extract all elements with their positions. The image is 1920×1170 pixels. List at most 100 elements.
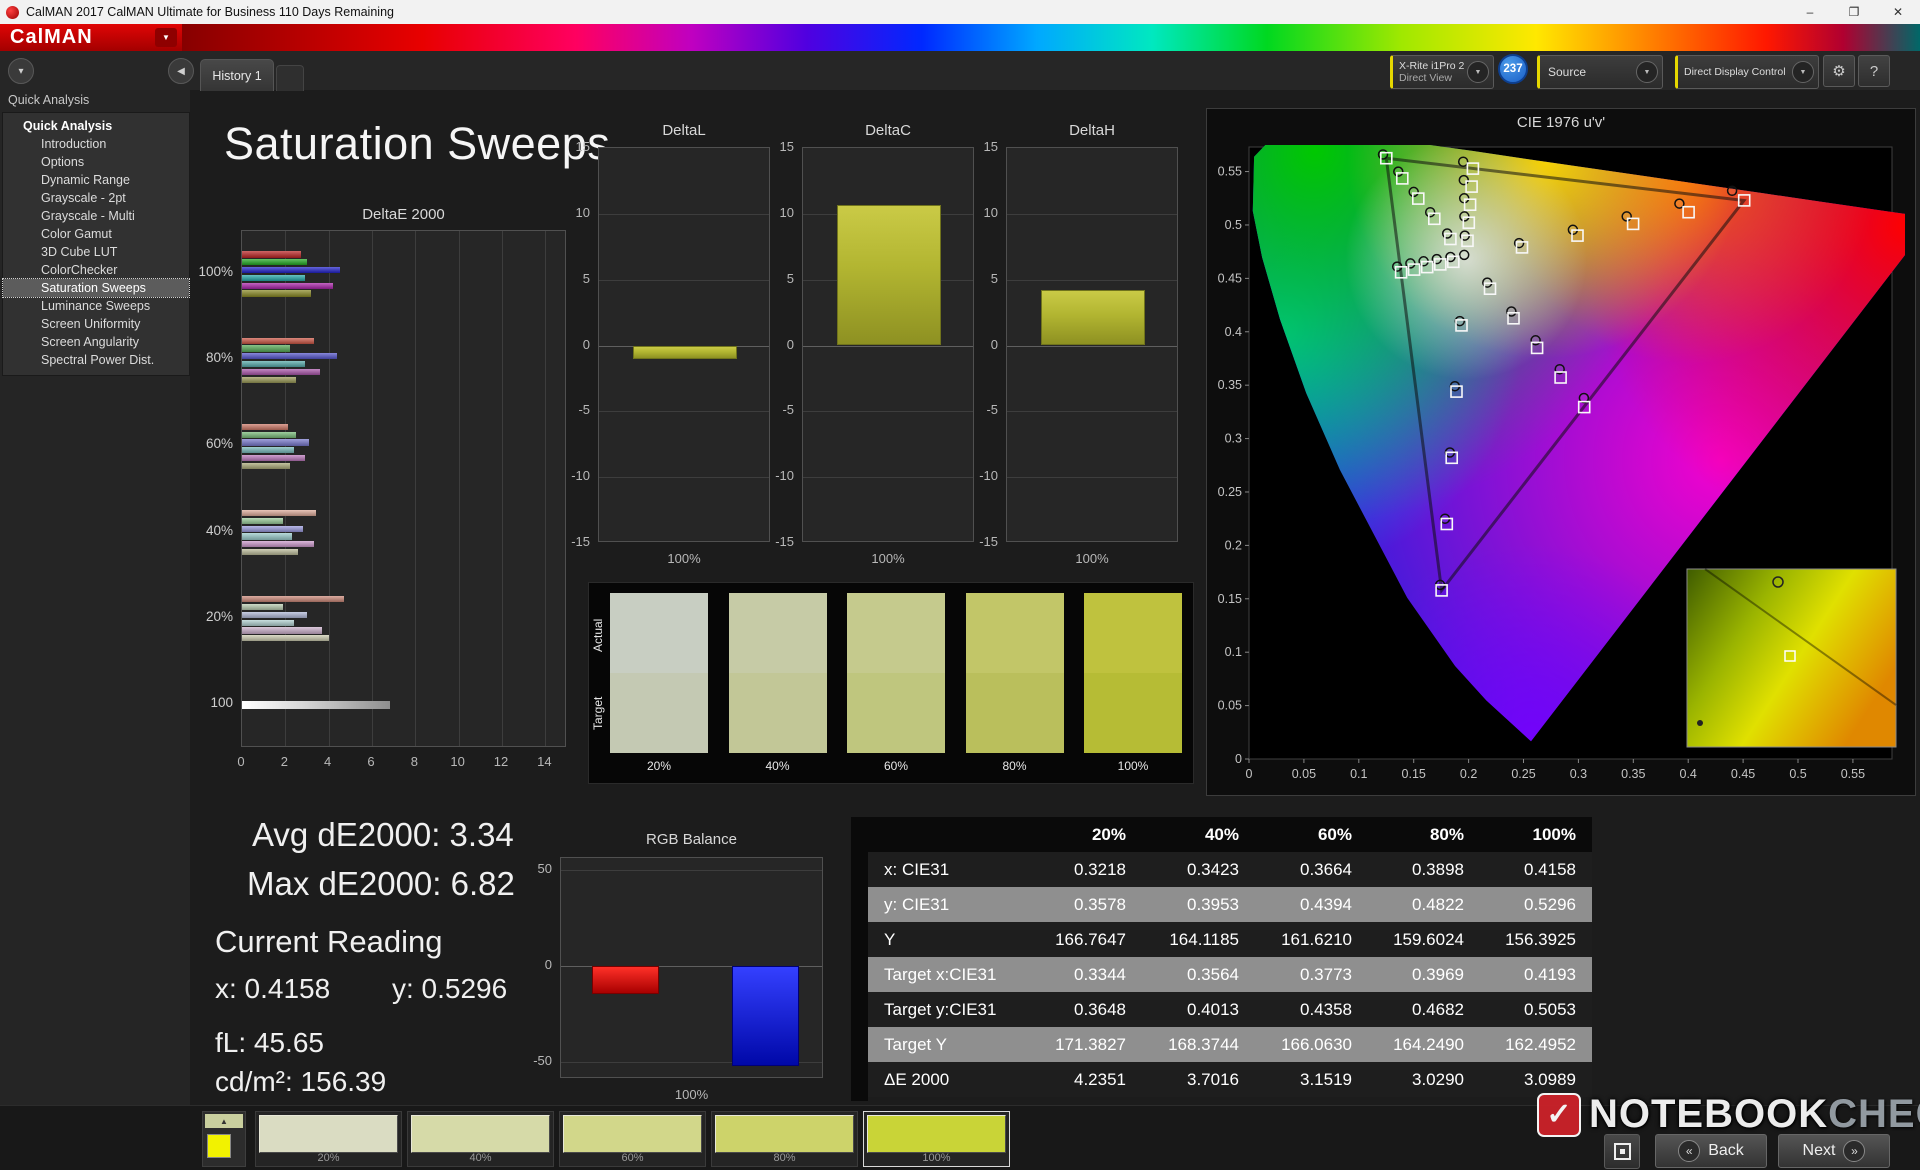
deltaL-title: DeltaL	[662, 122, 706, 139]
svg-text:0.45: 0.45	[1218, 271, 1242, 285]
deltaL-y-tick: 10	[575, 204, 590, 220]
deltae-bar	[242, 549, 299, 556]
deltaL-bar	[633, 345, 737, 359]
meter-dropdown[interactable]: X-Rite i1Pro 2 Direct View ▼	[1390, 55, 1494, 89]
sidebar-item-luminance-sweeps[interactable]: Luminance Sweeps	[3, 297, 189, 315]
window-title: CalMAN 2017 CalMAN Ultimate for Business…	[26, 5, 394, 19]
chevron-down-icon[interactable]: ▼	[1636, 61, 1658, 83]
sidebar-item-color-gamut[interactable]: Color Gamut	[3, 225, 189, 243]
sidebar-item-screen-uniformity[interactable]: Screen Uniformity	[3, 315, 189, 333]
sidebar-item-3d-cube-lut[interactable]: 3D Cube LUT	[3, 243, 189, 261]
deltaL-y-tick: 5	[582, 270, 590, 286]
sidebar-item-introduction[interactable]: Introduction	[3, 135, 189, 153]
target-swatch	[847, 673, 945, 753]
next-label: Next	[1802, 1142, 1836, 1159]
deltaL-y-tick: 15	[575, 139, 590, 154]
gear-icon[interactable]: ⚙	[1823, 55, 1855, 87]
swatch-level-label: 100%	[1117, 759, 1149, 773]
sidebar-item-options[interactable]: Options	[3, 153, 189, 171]
rgb-balance-title: RGB Balance	[646, 831, 737, 848]
sidebar-item-grayscale-2pt[interactable]: Grayscale - 2pt	[3, 189, 189, 207]
deltae-bar	[242, 423, 288, 430]
svg-text:0.05: 0.05	[1218, 699, 1242, 713]
sidebar-item-grayscale-multi[interactable]: Grayscale - Multi	[3, 207, 189, 225]
footer-swatch-20%[interactable]: 20%	[255, 1111, 402, 1167]
source-label: Source	[1548, 65, 1587, 79]
footer-swatch-60%[interactable]: 60%	[559, 1111, 706, 1167]
row-label: x: CIE31	[868, 852, 1029, 887]
svg-text:0.35: 0.35	[1218, 378, 1242, 392]
sidebar: Quick Analysis Quick Analysis Introductio…	[0, 90, 190, 1105]
table-cell: 0.3898	[1368, 852, 1480, 887]
svg-text:0.4: 0.4	[1225, 325, 1242, 339]
stop-button[interactable]	[1604, 1134, 1640, 1169]
table-row: x: CIE31 0.3218 0.3423 0.3664 0.3898 0.4158	[868, 852, 1592, 887]
deltae-x-tick: 12	[493, 754, 509, 769]
table-row: Y 166.7647 164.1185 161.6210 159.6024 156.392…	[868, 922, 1592, 957]
deltae-bar	[242, 533, 292, 540]
reading-fl: fL: 45.65	[215, 1027, 324, 1058]
maximize-icon[interactable]: ❐	[1832, 0, 1876, 24]
display-control-dropdown[interactable]: Direct Display Control ▼	[1675, 55, 1819, 89]
svg-text:0.15: 0.15	[1218, 592, 1242, 606]
next-button[interactable]: Next »	[1778, 1134, 1890, 1168]
deltaH-y-tick: -10	[979, 468, 998, 484]
back-button[interactable]: « Back	[1655, 1134, 1767, 1168]
sidebar-item-saturation-sweeps[interactable]: Saturation Sweeps	[2, 278, 190, 298]
row-label: Y	[868, 922, 1029, 957]
table-cell: 166.7647	[1029, 922, 1142, 957]
table-row: y: CIE31 0.3578 0.3953 0.4394 0.4822 0.5296	[868, 887, 1592, 922]
help-icon[interactable]: ?	[1858, 55, 1890, 87]
stop-icon	[1613, 1143, 1631, 1160]
source-dropdown[interactable]: Source ▼	[1537, 55, 1663, 89]
sidebar-item-dynamic-range[interactable]: Dynamic Range	[3, 171, 189, 189]
logo-dropdown-icon[interactable]: ▼	[155, 28, 177, 47]
sidebar-item-colorchecker[interactable]: ColorChecker	[3, 261, 189, 279]
table-cell: 159.6024	[1368, 922, 1480, 957]
deltaH-y-tick: 5	[990, 270, 998, 286]
row-label: y: CIE31	[868, 887, 1029, 922]
deltaL-y-tick: -10	[571, 468, 590, 484]
svg-text:0.55: 0.55	[1841, 767, 1865, 781]
rgb-y-tick: 0	[544, 956, 552, 972]
deltae-group-label: 100	[210, 695, 233, 710]
swatch-level-label: 80%	[1002, 759, 1027, 773]
actual-label: Actual	[591, 618, 605, 652]
tab-history-1[interactable]: History 1	[200, 59, 274, 91]
svg-text:0: 0	[1246, 767, 1253, 781]
sidebar-collapse-icon[interactable]: ◀	[168, 58, 194, 84]
chevron-down-icon[interactable]: ▼	[1792, 61, 1814, 83]
table-cell: 0.3648	[1029, 992, 1142, 1027]
footer-swatch-80%[interactable]: 80%	[711, 1111, 858, 1167]
close-icon[interactable]: ✕	[1876, 0, 1920, 24]
table-cell: 0.3564	[1142, 957, 1255, 992]
deltae-x-tick: 4	[324, 754, 332, 769]
sidebar-item-root[interactable]: Quick Analysis	[3, 117, 189, 135]
chevron-down-icon[interactable]: ▼	[1467, 61, 1489, 83]
deltaL-y-tick: 0	[582, 336, 590, 352]
footer-swatch-label: 80%	[773, 1152, 796, 1164]
page-title: Saturation Sweeps	[224, 118, 611, 169]
sidebar-item-spectral-power-dist-[interactable]: Spectral Power Dist.	[3, 351, 189, 369]
rgb-bar-blue	[732, 965, 799, 1066]
table-cell: 166.0630	[1255, 1027, 1368, 1062]
minimize-icon[interactable]: –	[1788, 0, 1832, 24]
deltaH-y-tick: 10	[983, 204, 998, 220]
calman-logo[interactable]: CalMAN ▼	[0, 24, 182, 51]
deltae-bar	[242, 353, 338, 360]
footer-swatch-100%[interactable]: 100%	[863, 1111, 1010, 1167]
svg-text:0.05: 0.05	[1292, 767, 1316, 781]
svg-text:0.2: 0.2	[1460, 767, 1477, 781]
tab-menu-icon[interactable]: ▾	[8, 58, 34, 84]
table-header-cell: 80%	[1368, 817, 1480, 852]
sidebar-item-screen-angularity[interactable]: Screen Angularity	[3, 333, 189, 351]
table-cell: 0.4358	[1255, 992, 1368, 1027]
tab-stub[interactable]	[276, 65, 304, 91]
app-icon	[6, 5, 19, 19]
table-cell: 0.4822	[1368, 887, 1480, 922]
swatch-tray-button[interactable]: ▲	[202, 1111, 246, 1167]
footer-swatch-40%[interactable]: 40%	[407, 1111, 554, 1167]
deltae-group-label: 40%	[205, 522, 233, 538]
meter-count-badge[interactable]: 237	[1498, 54, 1528, 84]
deltae-group-label: 20%	[205, 608, 233, 624]
